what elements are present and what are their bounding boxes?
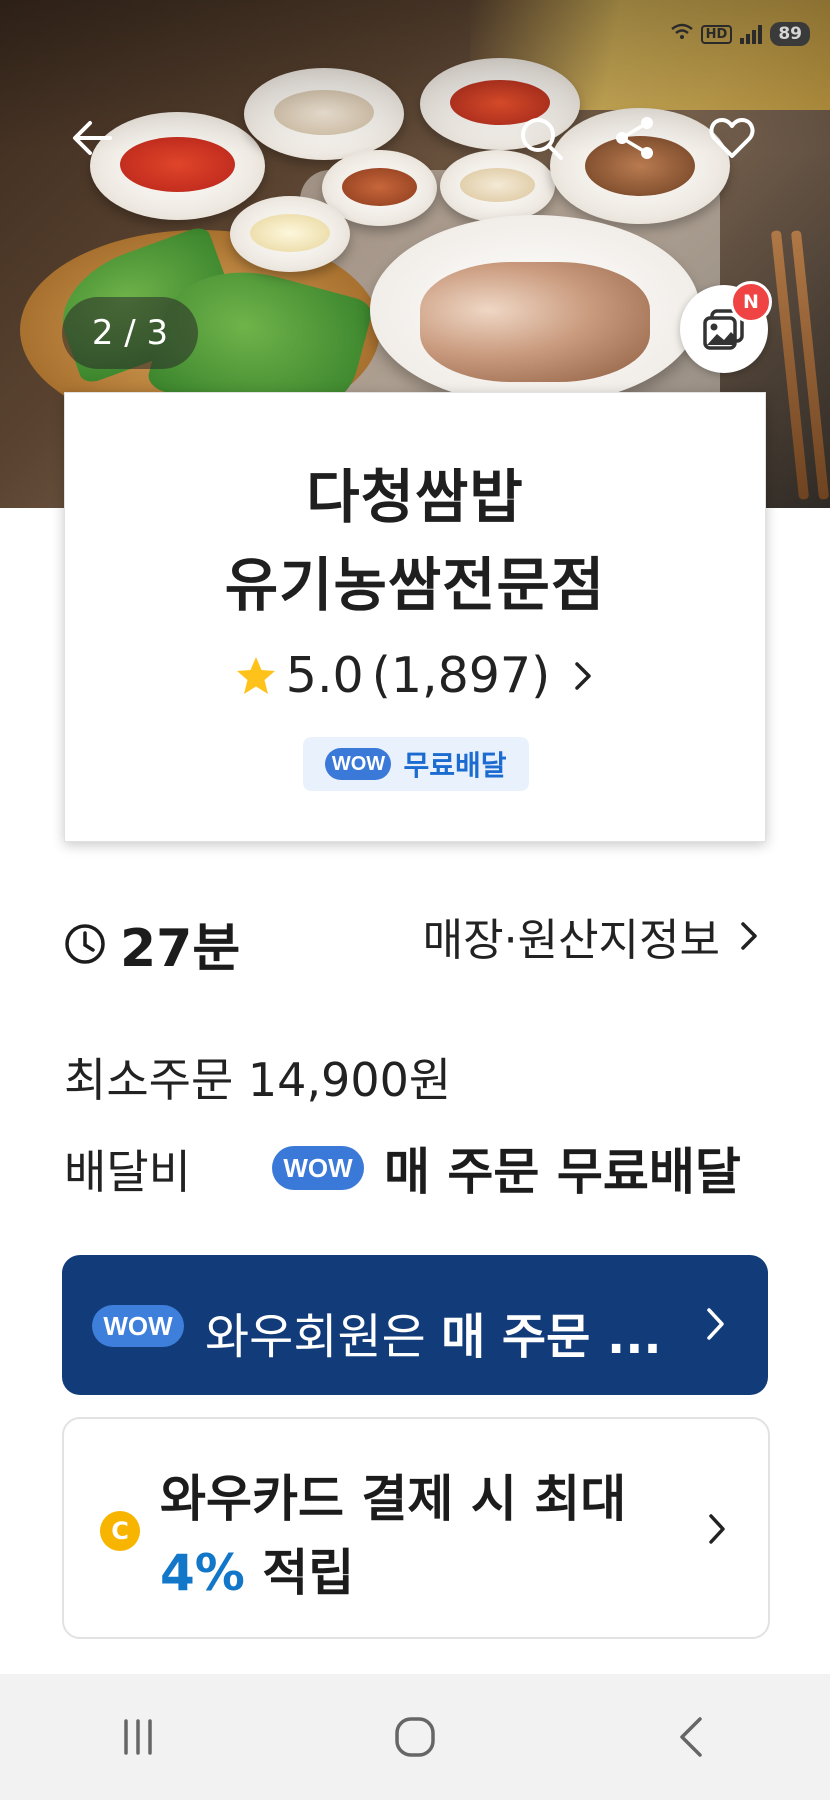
new-badge: N (730, 281, 772, 323)
system-back-button[interactable] (647, 1692, 737, 1782)
card-reward-line2: 4% 적립 (160, 1544, 355, 1602)
rating-link[interactable]: 5.0 (1,897) (65, 647, 765, 704)
share-icon (616, 117, 653, 159)
recent-apps-button[interactable] (93, 1692, 183, 1782)
reward-percent: 4% (160, 1544, 245, 1602)
chevron-right-icon (741, 922, 757, 950)
star-icon (236, 656, 275, 694)
min-order-label: 최소주문 (64, 1053, 234, 1107)
store-name: 다청쌈밥 유기농쌈전문점 (65, 453, 765, 629)
favorite-button[interactable] (700, 106, 764, 170)
wow-badge: WOW (325, 748, 392, 780)
clock-icon (65, 923, 105, 964)
delivery-time-value: 27분 (120, 919, 241, 979)
recent-apps-icon (124, 1719, 153, 1755)
card-reward-line1: 와우카드 결제 시 최대 (160, 1470, 627, 1528)
wow-badge: WOW (272, 1146, 364, 1190)
delivery-fee-label: 배달비 (64, 1145, 191, 1199)
chevron-right-icon (709, 1514, 725, 1544)
store-header-card: 다청쌈밥 유기농쌈전문점 5.0 (1,897) WOW 무료배달 (64, 392, 766, 842)
arrow-left-icon (73, 121, 112, 155)
network-type: HD (700, 24, 733, 44)
wow-member-banner[interactable]: WOW 와우회원은 매 주문 ... (62, 1255, 768, 1395)
battery-level: 89 (770, 22, 810, 46)
image-counter: 2 / 3 (62, 297, 198, 369)
delivery-fee-wow: WOW (272, 1146, 364, 1190)
coin-icon: C (100, 1511, 140, 1551)
wow-badge: WOW (92, 1305, 184, 1347)
min-order: 최소주문 14,900원 (64, 1044, 451, 1110)
chevron-right-icon (707, 1308, 724, 1340)
store-name-line1: 다청쌈밥 (306, 463, 524, 531)
wifi-icon (670, 23, 693, 45)
share-button[interactable] (603, 106, 667, 170)
photo-gallery-button[interactable]: N (680, 281, 772, 373)
rating-value: 5.0 (285, 647, 364, 704)
review-count: (1,897) (371, 647, 551, 704)
wow-card-reward-banner[interactable]: C 와우카드 결제 시 최대 4% 적립 (62, 1417, 770, 1639)
delivery-fee-value: 매 주문 무료배달 (384, 1143, 741, 1201)
search-icon (521, 118, 563, 160)
signal-icon (740, 24, 763, 44)
delivery-time: 27분 (64, 906, 240, 981)
wow-free-delivery-chip: WOW 무료배달 (303, 737, 529, 791)
search-button[interactable] (509, 106, 573, 170)
system-navigation-bar (0, 1674, 830, 1800)
store-origin-info-link[interactable]: 매장·원산지정보 (423, 904, 760, 968)
min-order-value: 14,900원 (247, 1053, 452, 1107)
wow-banner-text: 와우회원은 매 주문 ... (205, 1309, 662, 1365)
free-delivery-label: 무료배달 (403, 749, 507, 782)
store-origin-info-label: 매장·원산지정보 (422, 915, 720, 966)
store-name-line2: 유기농쌈전문점 (224, 551, 606, 619)
heart-icon (709, 118, 755, 158)
chevron-left-icon (679, 1717, 702, 1757)
home-icon (395, 1717, 435, 1757)
home-button[interactable] (370, 1692, 460, 1782)
chevron-right-icon (575, 661, 591, 690)
back-button[interactable] (60, 106, 124, 170)
status-bar: HD 89 (670, 22, 810, 46)
